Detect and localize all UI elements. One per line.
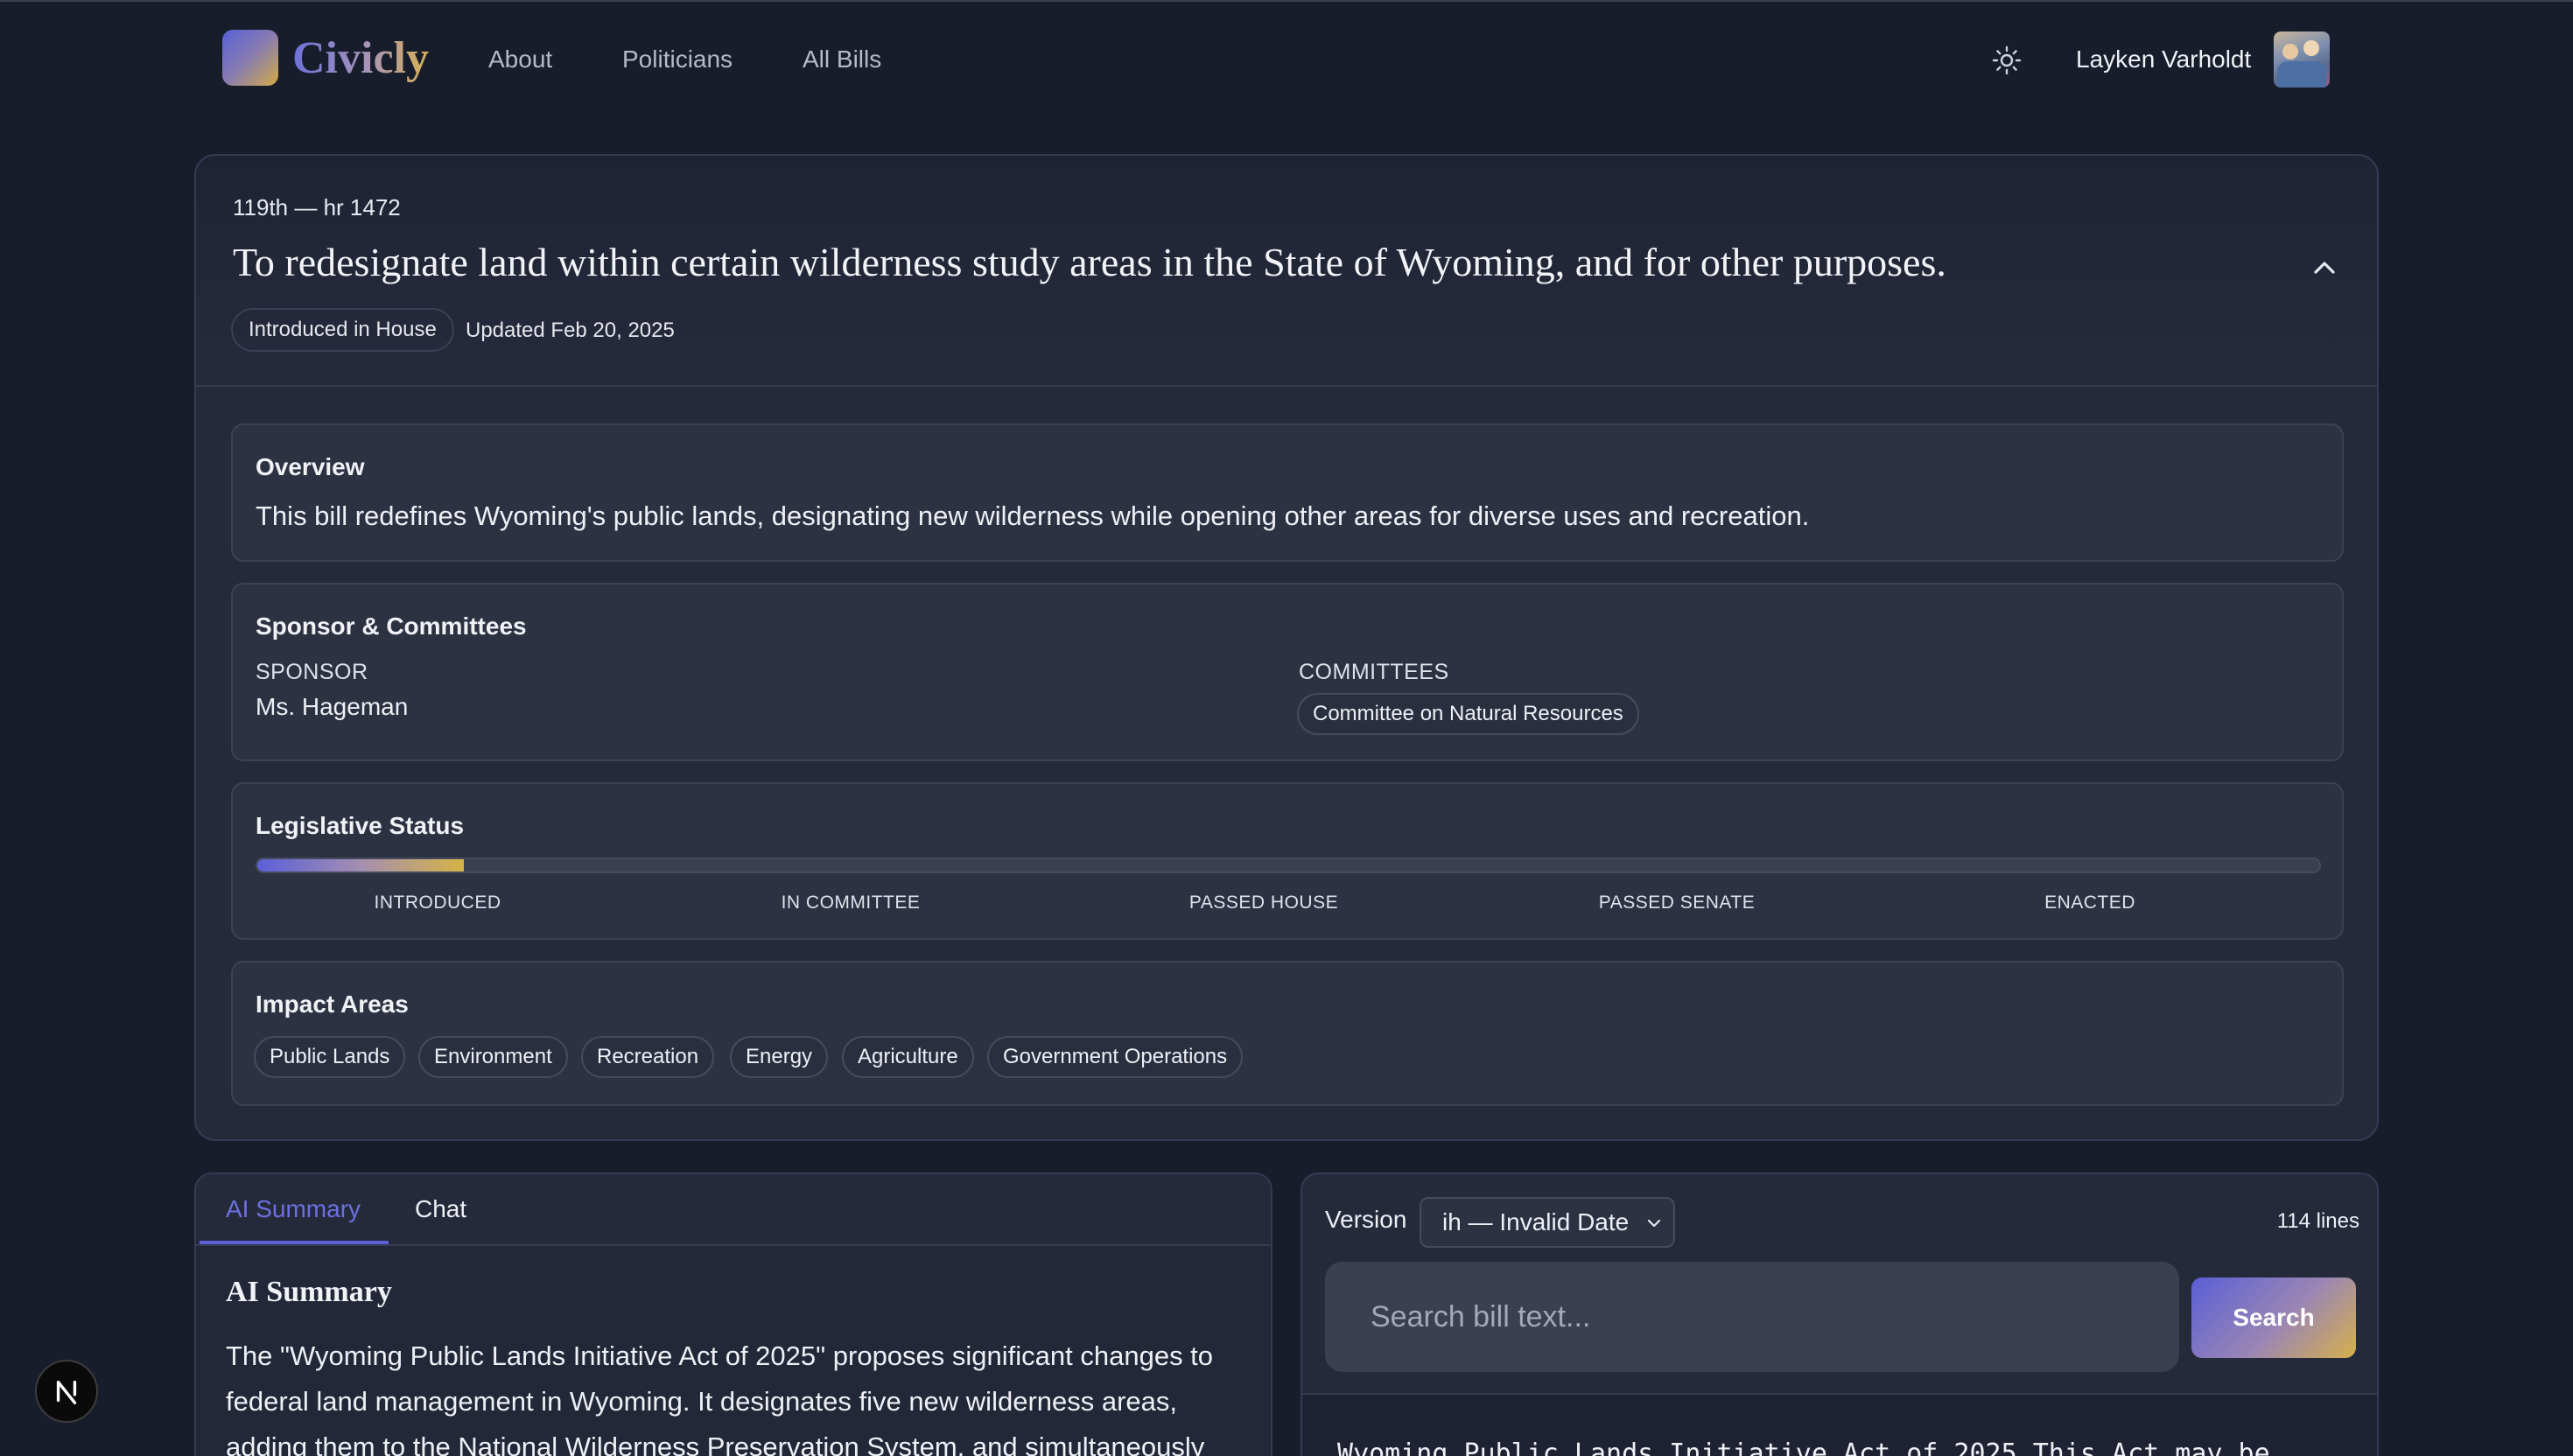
impact-areas-section: Impact Areas Public Lands Environment Re… [231,961,2344,1106]
brand-name[interactable]: Civicly [292,28,429,89]
status-badge: Introduced in House [231,308,454,352]
overview-section: Overview This bill redefines Wyoming's p… [231,424,2344,562]
bill-title: To redesignate land within certain wilde… [233,240,1946,284]
stage-passed-senate: PASSED SENATE [1598,892,1756,913]
avatar[interactable] [2274,32,2330,88]
tab-chat[interactable]: Chat [415,1192,466,1227]
bill-card: 119th — hr 1472 To redesignate land with… [194,154,2379,1141]
stage-passed-house: PASSED HOUSE [1188,892,1339,913]
summary-tabs: AI Summary Chat [196,1174,1271,1246]
version-select[interactable]: ih — Invalid Date [1420,1197,1675,1248]
version-label: Version [1325,1206,1407,1233]
summary-panel: AI Summary Chat AI Summary The "Wyoming … [194,1172,1272,1456]
bill-text-panel: Version ih — Invalid Date 114 lines Sear… [1301,1172,2379,1456]
overview-text: This bill redefines Wyoming's public lan… [256,500,1810,531]
next-dev-indicator-icon[interactable] [35,1360,98,1423]
stage-in-committee: IN COMMITTEE [781,892,921,913]
impact-areas-title: Impact Areas [256,990,409,1018]
impact-tag-public-lands[interactable]: Public Lands [254,1036,406,1078]
brand-logo-icon[interactable] [222,30,278,86]
updated-date: Updated Feb 20, 2025 [466,318,675,342]
stage-enacted: ENACTED [2044,892,2135,913]
sponsor-label: SPONSOR [256,660,368,684]
chevron-up-icon[interactable] [2307,250,2342,285]
nav-link-all-bills[interactable]: All Bills [803,42,881,77]
search-button[interactable]: Search [2191,1278,2356,1358]
committees-label: COMMITTEES [1299,660,1449,684]
overview-title: Overview [256,453,365,480]
impact-tag-recreation[interactable]: Recreation [581,1036,715,1078]
ai-summary-text: The "Wyoming Public Lands Initiative Act… [226,1340,1214,1456]
impact-tag-agriculture[interactable]: Agriculture [842,1036,974,1078]
nav-link-about[interactable]: About [488,42,552,77]
user-name[interactable]: Layken Varholdt [2076,42,2251,77]
status-progress-bar [256,858,2321,873]
impact-tag-energy[interactable]: Energy [730,1036,829,1078]
active-tab-indicator [200,1241,389,1244]
sponsor-committees-title: Sponsor & Committees [256,612,527,640]
legislative-status-section: Legislative Status INTRODUCED IN COMMITT… [231,782,2344,940]
impact-tag-government-operations[interactable]: Government Operations [987,1036,1244,1078]
bill-header[interactable]: 119th — hr 1472 To redesignate land with… [196,156,2377,387]
legislative-status-title: Legislative Status [256,812,465,839]
tab-ai-summary[interactable]: AI Summary [226,1192,361,1227]
status-progress-fill [257,859,464,872]
sponsor-committees-section: Sponsor & Committees SPONSOR Ms. Hageman… [231,583,2344,761]
stage-introduced: INTRODUCED [374,892,501,913]
lines-count: 114 lines [2276,1209,2359,1233]
sponsor-name[interactable]: Ms. Hageman [256,693,408,721]
impact-tag-environment[interactable]: Environment [418,1036,568,1078]
bill-id: 119th — hr 1472 [233,194,401,220]
ai-summary-heading: AI Summary [226,1276,392,1308]
sun-icon[interactable] [1992,46,2022,75]
bill-text-viewer[interactable]: Wyoming Public Lands Initiative Act of 2… [1302,1393,2377,1456]
committee-pill[interactable]: Committee on Natural Resources [1297,693,1639,735]
bill-text-search-input[interactable] [1325,1262,2179,1372]
version-selected-value: ih — Invalid Date [1442,1208,1630,1236]
nav-link-politicians[interactable]: Politicians [622,42,733,77]
chevron-down-icon [1647,1219,1661,1228]
top-nav: Civicly About Politicians All Bills Layk… [0,2,2573,116]
bill-text-line: Wyoming Public Lands Initiative Act of 2… [1337,1438,2270,1456]
